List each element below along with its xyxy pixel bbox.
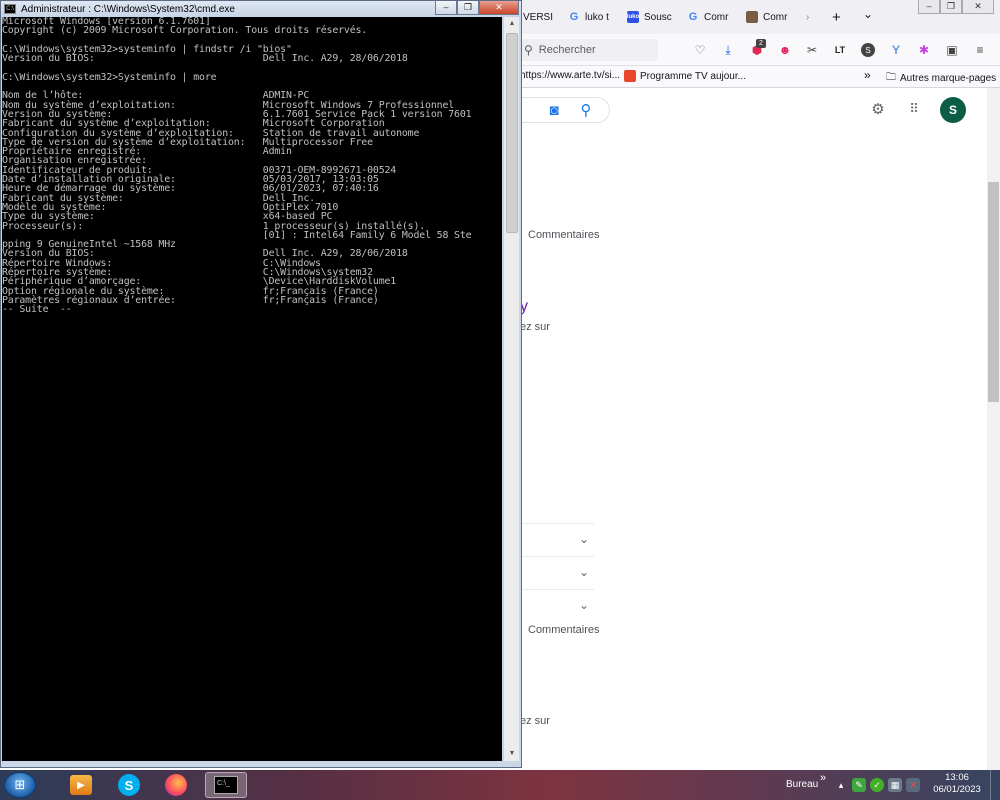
programme-tv-icon [624,70,636,82]
search-icon: ⚲ [524,43,533,57]
search-placeholder: Rechercher [538,44,596,56]
image-icon [746,11,758,23]
settings-gear-icon[interactable]: ⚙ [869,100,887,118]
security-check-icon[interactable]: ✓ [870,778,884,792]
result-snippet-fragment: ez sur [520,321,550,333]
close-button[interactable]: ✕ [962,0,994,14]
tab-scroll-right-icon[interactable]: › [806,6,818,28]
scroll-up-icon[interactable]: ▲ [505,17,519,31]
tab-comment-2[interactable]: Comr [746,6,794,28]
taskbar-cmd[interactable]: C:\_ [205,772,247,798]
comments-link[interactable]: Commentaires [528,624,600,636]
desktop-toolbar-chevron[interactable]: » [820,772,826,784]
taskbar-skype[interactable]: S [108,772,150,798]
new-tab-button[interactable]: + [832,6,846,28]
lt-icon[interactable]: LT [832,42,848,58]
tab-label: Comr [704,11,729,23]
cmd-window-title: Administrateur : C:\Windows\System32\cmd… [21,3,235,15]
scrollbar-thumb[interactable] [506,33,518,233]
system-clock[interactable]: 13:06 06/01/2023 [930,772,984,796]
menu-icon[interactable]: ≡ [972,42,988,58]
extension-badge: 2 [756,39,766,48]
extension-s-icon[interactable]: S [860,42,876,58]
other-bookmarks-folder[interactable]: 🗀 Autres marque-pages [886,70,996,87]
bookmark-arte[interactable]: https://www.arte.tv/si... [520,70,620,81]
network-icon[interactable]: ▦ [888,778,902,792]
console-text: Microsoft Windows [version 6.1.7601] Cop… [2,17,472,316]
chevron-down-icon[interactable]: ⌄ [578,532,590,546]
firefox-icon [165,774,187,796]
screenshot-icon[interactable]: ✂ [804,42,820,58]
tab-luko-search[interactable]: G luko t [568,6,614,28]
result-snippet-fragment: ez sur [520,715,550,727]
cmd-window: C:\ Administrateur : C:\Windows\System32… [0,0,522,768]
pocket-icon[interactable]: ♡ [692,42,708,58]
tab-label: Comr [763,11,788,23]
windows-logo-icon: ⊞ [14,777,26,792]
chevron-down-icon[interactable]: ⌄ [578,565,590,579]
page-scrollbar[interactable] [987,88,1000,770]
tab-versi[interactable]: VERSI [523,6,553,28]
clock-date: 06/01/2023 [933,784,981,795]
cmd-scrollbar[interactable]: ▲ ▼ [503,17,519,761]
google-icon: G [688,11,698,23]
taskbar-media-player[interactable]: ▶ [60,772,102,798]
media-player-icon: ▶ [70,775,92,795]
console-output[interactable]: Microsoft Windows [version 6.1.7601] Cop… [2,17,502,761]
scroll-down-icon[interactable]: ▼ [505,747,519,761]
cmd-minimize-button[interactable]: – [435,1,457,15]
vpn-icon[interactable]: Y [888,42,904,58]
green-tray-icon[interactable]: ✎ [852,778,866,792]
cmd-close-button[interactable]: ✕ [479,1,519,15]
search-icon[interactable]: ⚲ [577,101,595,119]
bookmark-label: Autres marque-pages [900,73,997,84]
camera-search-icon[interactable]: ◙ [545,101,563,119]
list-all-tabs-button[interactable]: ⌄ [863,3,877,25]
container-icon[interactable]: ▣ [944,42,960,58]
minimize-button[interactable]: – [918,0,940,14]
bookmarks-overflow-button[interactable]: » [864,68,871,82]
clock-time: 13:06 [945,772,969,783]
cmd-app-icon: C:\ [4,4,16,14]
comments-link[interactable]: Commentaires [528,229,600,241]
bookmark-label: https://www.arte.tv/si... [520,70,621,81]
taskbar: ⊞ ▶ S C:\_ Bureau » ▴ ✎ ✓ ▦ ✕ 13:06 06/0… [0,770,1000,800]
avatar[interactable]: S [940,97,966,123]
maximize-button[interactable]: ❐ [940,0,962,14]
cmd-app-icon: C:\_ [214,776,238,794]
desktop-toolbar-label[interactable]: Bureau [786,779,818,790]
taskbar-firefox[interactable] [155,772,197,798]
scrollbar-thumb[interactable] [988,182,999,402]
bookmark-programme-tv[interactable]: Programme TV aujour... [624,70,746,82]
search-input[interactable]: ⚲ Rechercher [518,39,658,61]
google-icon: G [569,11,579,23]
bookmark-label: Programme TV aujour... [640,70,746,82]
skype-icon: S [118,774,140,796]
volume-muted-icon[interactable]: ✕ [906,778,920,792]
cmd-maximize-button[interactable]: ❐ [457,1,479,15]
folder-icon: 🗀 [886,72,896,83]
tab-souscription[interactable]: luko Sousc [627,6,673,28]
show-desktop-button[interactable] [990,770,1000,800]
tab-comment-1[interactable]: G Comr [687,6,731,28]
flower-icon[interactable]: ✱ [916,42,932,58]
luko-icon: luko [627,11,639,23]
tab-label: Sousc [644,11,672,23]
chevron-down-icon[interactable]: ⌄ [578,598,590,612]
tab-label: VERSI [523,11,553,23]
apps-grid-icon[interactable]: ⠿ [905,100,923,118]
show-hidden-icons-icon[interactable]: ▴ [834,778,848,792]
start-button[interactable]: ⊞ [4,772,36,798]
download-icon[interactable]: ⤓ [720,42,736,58]
tab-label: luko t [585,11,609,23]
extension-face-icon[interactable]: ☻ [777,42,793,58]
